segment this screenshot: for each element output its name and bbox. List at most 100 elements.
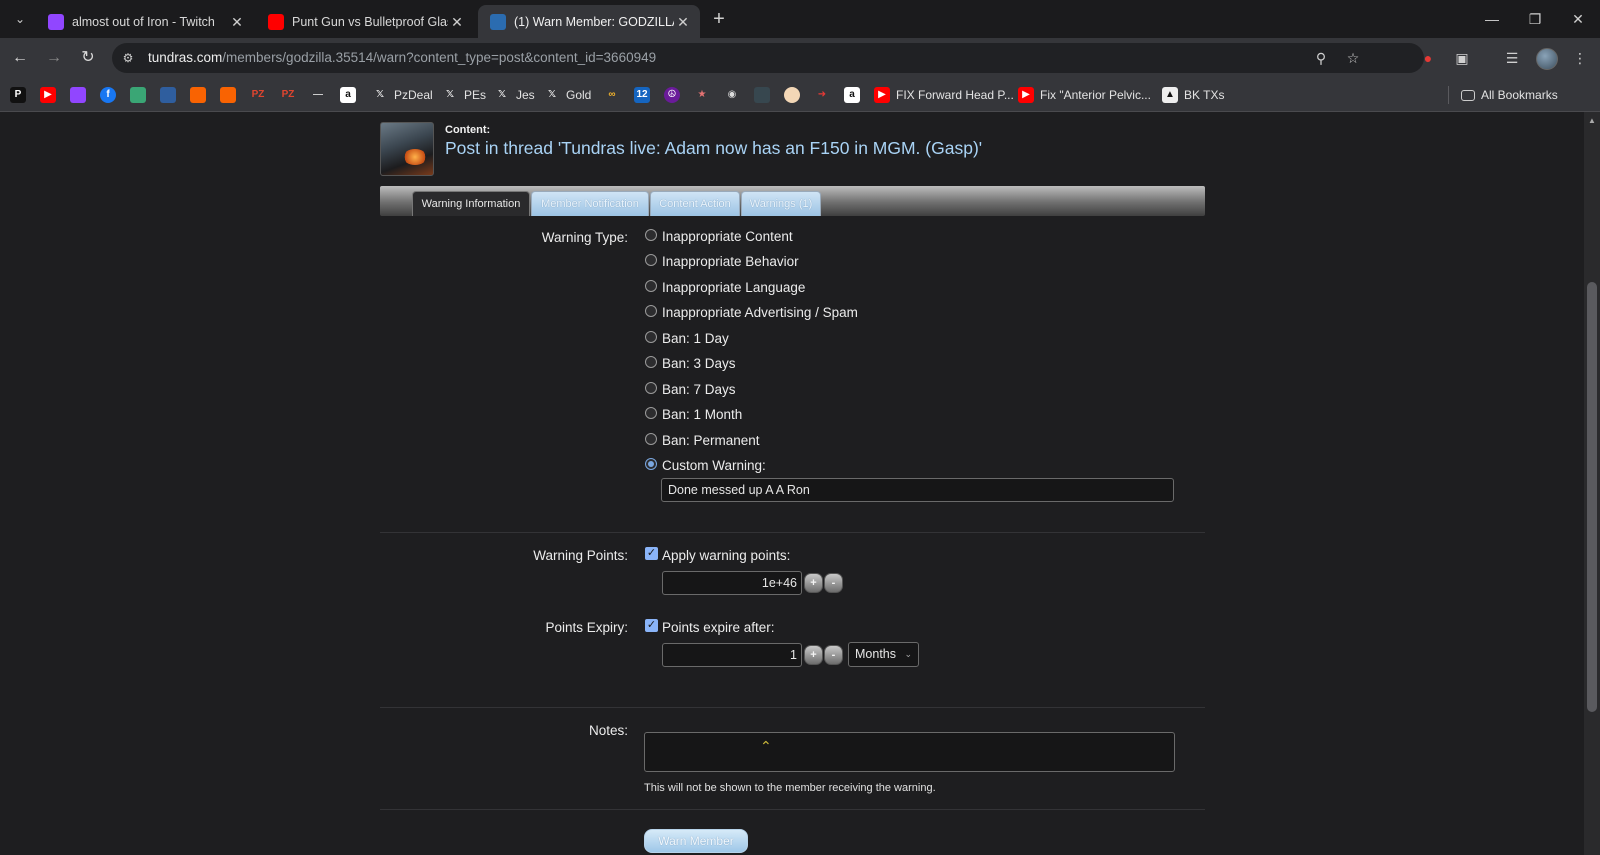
- tab-content-action[interactable]: Content Action: [650, 191, 740, 216]
- youtube-icon: ▶: [1018, 87, 1034, 103]
- content-label: Content:: [445, 124, 491, 136]
- bookmark-peace[interactable]: ☮: [664, 86, 680, 104]
- points-expiry-input[interactable]: 1: [662, 643, 802, 667]
- bookmark-youtube[interactable]: ▶: [40, 86, 56, 104]
- reload-icon[interactable]: ↻: [77, 47, 99, 69]
- media-queue-icon[interactable]: ☰: [1502, 48, 1522, 68]
- bookmark-dash[interactable]: —: [310, 86, 326, 104]
- bookmark-fix-forward-head[interactable]: ▶ FIX Forward Head P...: [874, 86, 1014, 104]
- points-expiry-plus-button[interactable]: +: [804, 645, 823, 665]
- bookmark-spiral[interactable]: ∞: [604, 86, 620, 104]
- all-bookmarks[interactable]: All Bookmarks: [1448, 86, 1558, 104]
- bookmark-bk-txs[interactable]: ▲ BK TXs: [1162, 86, 1224, 104]
- window-close-icon[interactable]: ✕: [1556, 6, 1600, 32]
- bookmark-map[interactable]: [130, 86, 146, 104]
- bookmarks-bar: P ▶ f PZ PZ — a 𝕏 PzDeal 𝕏 PEs 𝕏 Jes 𝕏 Gold …: [0, 78, 1600, 112]
- tab-warnings[interactable]: Warnings (1): [741, 191, 821, 216]
- radio-ban-7-days[interactable]: [645, 382, 657, 394]
- bookmark-twitch[interactable]: [70, 86, 86, 104]
- page-scrollbar[interactable]: ▲: [1584, 112, 1600, 855]
- radio-ban-1-month[interactable]: [645, 407, 657, 419]
- page-viewport: Content: Post in thread 'Tundras live: A…: [0, 112, 1584, 855]
- close-icon[interactable]: ✕: [674, 13, 692, 31]
- radio-ban-3-days[interactable]: [645, 356, 657, 368]
- radio-inappropriate-behavior[interactable]: [645, 254, 657, 266]
- bookmark-homedepot-2[interactable]: [220, 86, 236, 104]
- radio-custom-warning[interactable]: [645, 458, 657, 470]
- radio-inappropriate-content[interactable]: [645, 229, 657, 241]
- bookmark-facebook[interactable]: f: [100, 86, 116, 104]
- bookmark-logo[interactable]: [754, 86, 770, 104]
- bookmark-pzdeal[interactable]: 𝕏 PzDeal: [372, 86, 433, 104]
- profile-avatar[interactable]: [1536, 48, 1558, 70]
- browser-tab-twitch[interactable]: almost out of Iron - Twitch ✕: [36, 5, 254, 38]
- radio-ban-permanent[interactable]: [645, 433, 657, 445]
- divider: [380, 707, 1205, 708]
- zoom-icon[interactable]: ⚲: [1312, 49, 1330, 67]
- bookmark-star-icon[interactable]: ☆: [1344, 49, 1362, 67]
- option-label: Ban: 7 Days: [662, 382, 736, 397]
- bookmark-globe[interactable]: ◉: [724, 86, 740, 104]
- option-label: Custom Warning:: [662, 458, 766, 473]
- bookmark-pz-1[interactable]: PZ: [250, 86, 266, 104]
- bookmark-icon-p[interactable]: P: [10, 86, 26, 104]
- tab-member-notification[interactable]: Member Notification: [531, 191, 649, 216]
- browser-toolbar: ← → ↻ ⚙ tundras.com/members/godzilla.355…: [0, 38, 1600, 78]
- extensions-puzzle-icon[interactable]: ▣: [1452, 48, 1472, 68]
- x-icon: 𝕏: [375, 89, 385, 100]
- scroll-up-arrow-icon[interactable]: ▲: [1588, 116, 1596, 125]
- browser-tab-youtube[interactable]: Punt Gun vs Bulletproof Glass ( ✕: [256, 5, 474, 38]
- tab-search-chevron-icon[interactable]: ⌄: [10, 9, 30, 29]
- notes-textarea[interactable]: [644, 732, 1175, 772]
- content-thumbnail[interactable]: [380, 122, 434, 176]
- warning-points-plus-button[interactable]: +: [804, 573, 823, 593]
- minimize-icon[interactable]: —: [1470, 6, 1514, 32]
- bookmark-amazon-1[interactable]: a: [340, 86, 356, 104]
- forward-arrow-icon[interactable]: →: [43, 47, 65, 69]
- warning-points-input[interactable]: 1e+46: [662, 571, 802, 595]
- url-text[interactable]: tundras.com/members/godzilla.35514/warn?…: [148, 50, 656, 65]
- close-icon[interactable]: ✕: [228, 13, 246, 31]
- warn-member-button[interactable]: Warn Member: [644, 829, 748, 853]
- bookmark-ball[interactable]: [784, 86, 800, 104]
- tab-strip: ⌄ almost out of Iron - Twitch ✕ Punt Gun…: [0, 0, 1600, 38]
- content-title-link[interactable]: Post in thread 'Tundras live: Adam now h…: [445, 138, 982, 159]
- amazon-icon: a: [340, 87, 356, 103]
- points-expiry-unit-select[interactable]: Months ⌄: [848, 642, 919, 667]
- warning-points-minus-button[interactable]: -: [824, 573, 843, 593]
- browser-tab-warn-member[interactable]: (1) Warn Member: GODZILLA | ✕: [478, 5, 700, 38]
- bookmark-homedepot-1[interactable]: [190, 86, 206, 104]
- bookmark-amazon-2[interactable]: a: [844, 86, 860, 104]
- bookmark-bolt[interactable]: ➜: [814, 86, 830, 104]
- bookmark-pz-2[interactable]: PZ: [280, 86, 296, 104]
- custom-warning-input[interactable]: Done messed up A A Ron: [661, 478, 1174, 502]
- menu-kebab-icon[interactable]: ⋮: [1570, 48, 1590, 68]
- points-expire-checkbox[interactable]: ✓: [645, 619, 658, 632]
- address-bar[interactable]: ⚙ tundras.com/members/godzilla.35514/war…: [112, 43, 1424, 73]
- divider: [380, 809, 1205, 810]
- bookmark-bank[interactable]: [160, 86, 176, 104]
- bookmark-12[interactable]: 12: [634, 86, 650, 104]
- radio-ban-1-day[interactable]: [645, 331, 657, 343]
- restore-icon[interactable]: ❐: [1513, 6, 1557, 32]
- radio-inappropriate-language[interactable]: [645, 280, 657, 292]
- site-settings-icon[interactable]: ⚙: [120, 50, 136, 66]
- scrollbar-thumb[interactable]: [1587, 282, 1597, 712]
- bookmark-figure[interactable]: ★: [694, 86, 710, 104]
- bookmark-fix-anterior-pelvic[interactable]: ▶ Fix "Anterior Pelvic...: [1018, 86, 1151, 104]
- x-icon: 𝕏: [445, 89, 455, 100]
- bookmark-pes[interactable]: 𝕏 PEs: [442, 86, 486, 104]
- points-expiry-minus-button[interactable]: -: [824, 645, 843, 665]
- new-tab-plus-icon[interactable]: +: [708, 8, 730, 30]
- back-arrow-icon[interactable]: ←: [9, 47, 31, 69]
- bookmark-jes[interactable]: 𝕏 Jes: [494, 86, 535, 104]
- apply-warning-points-checkbox[interactable]: ✓: [645, 547, 658, 560]
- tab-warning-information[interactable]: Warning Information: [412, 191, 530, 216]
- radio-inappropriate-advertising[interactable]: [645, 305, 657, 317]
- option-label: Ban: 3 Days: [662, 356, 736, 371]
- bookmark-gold[interactable]: 𝕏 Gold: [544, 86, 591, 104]
- option-label: Inappropriate Advertising / Spam: [662, 305, 858, 320]
- close-icon[interactable]: ✕: [448, 13, 466, 31]
- extension-red-icon[interactable]: ●: [1418, 48, 1438, 68]
- chevron-up-icon[interactable]: ⌃: [760, 738, 772, 755]
